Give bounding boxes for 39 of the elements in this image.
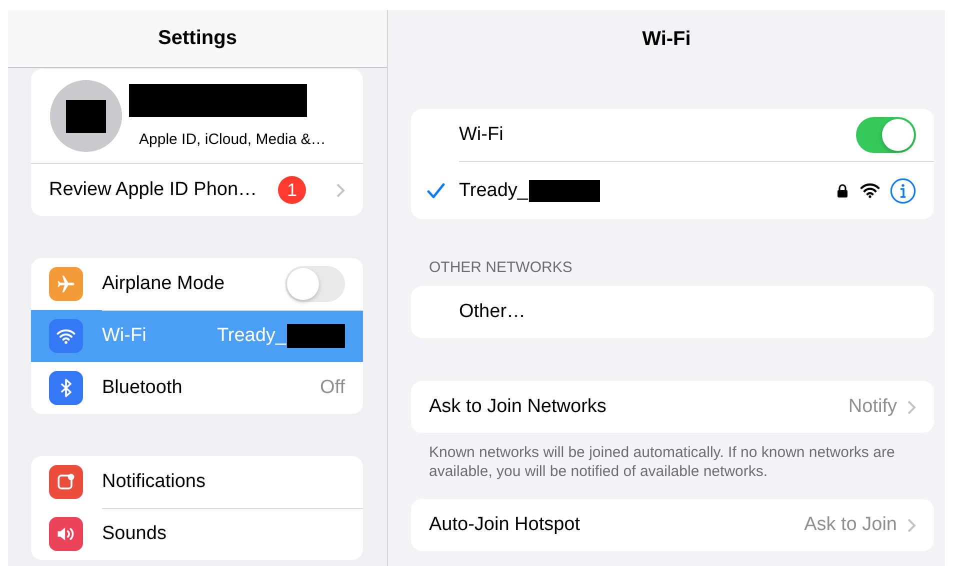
settings-value: Tready_: [217, 325, 286, 347]
settings-label: Wi-Fi: [102, 325, 148, 347]
info-icon[interactable]: [890, 178, 916, 204]
wifi-label: Wi-Fi: [459, 124, 504, 146]
sidebar-title: Settings: [158, 27, 237, 50]
ask-label: Ask to Join Networks: [429, 396, 606, 418]
toggle-switch[interactable]: [285, 266, 345, 302]
review-label: Review Apple ID Phon…: [49, 179, 258, 201]
profile-subtitle: Apple ID, iCloud, Media &…: [139, 131, 326, 148]
other-label: Other…: [459, 301, 526, 323]
hotspot-label: Auto-Join Hotspot: [429, 514, 580, 536]
settings-label: Bluetooth: [102, 377, 184, 399]
chevron-icon: [907, 518, 916, 532]
chevron-icon: [336, 182, 345, 198]
section-footer: Known networks will be joined automatically. If no known networks are available, you will be notified of available networks.: [411, 433, 934, 499]
settings-row[interactable]: Bluetooth Off: [31, 362, 363, 414]
settings-label: Notifications: [102, 471, 206, 493]
review-row[interactable]: Review Apple ID Phon… 1: [31, 164, 363, 216]
settings-row[interactable]: Notifications: [31, 456, 363, 508]
settings-label: Airplane Mode: [102, 273, 226, 295]
chevron-icon: [907, 400, 916, 414]
other-network-row[interactable]: Other…: [411, 286, 934, 338]
settings-row[interactable]: Airplane Mode: [31, 258, 363, 310]
wifi-signal-icon: [860, 183, 880, 198]
ask-to-join-row[interactable]: Ask to Join Networks Notify: [411, 381, 934, 433]
section-header: OTHER NETWORKS: [428, 258, 574, 278]
network-name: Tready_: [459, 180, 528, 202]
lock-icon: [837, 184, 848, 198]
settings-row[interactable]: Sounds: [31, 508, 363, 560]
settings-label: Sounds: [102, 523, 168, 545]
hotspot-value: Ask to Join: [804, 514, 897, 536]
page-title: Wi-Fi: [642, 28, 691, 50]
notification-badge: 1: [278, 176, 306, 204]
ask-value: Notify: [848, 396, 897, 418]
settings-value: Off: [320, 377, 345, 399]
redaction-block: [529, 180, 600, 202]
toggle-switch[interactable]: [856, 117, 916, 153]
network-row[interactable]: Tready_: [411, 162, 934, 219]
hotspot-row[interactable]: Auto-Join Hotspot Ask to Join: [411, 499, 934, 551]
